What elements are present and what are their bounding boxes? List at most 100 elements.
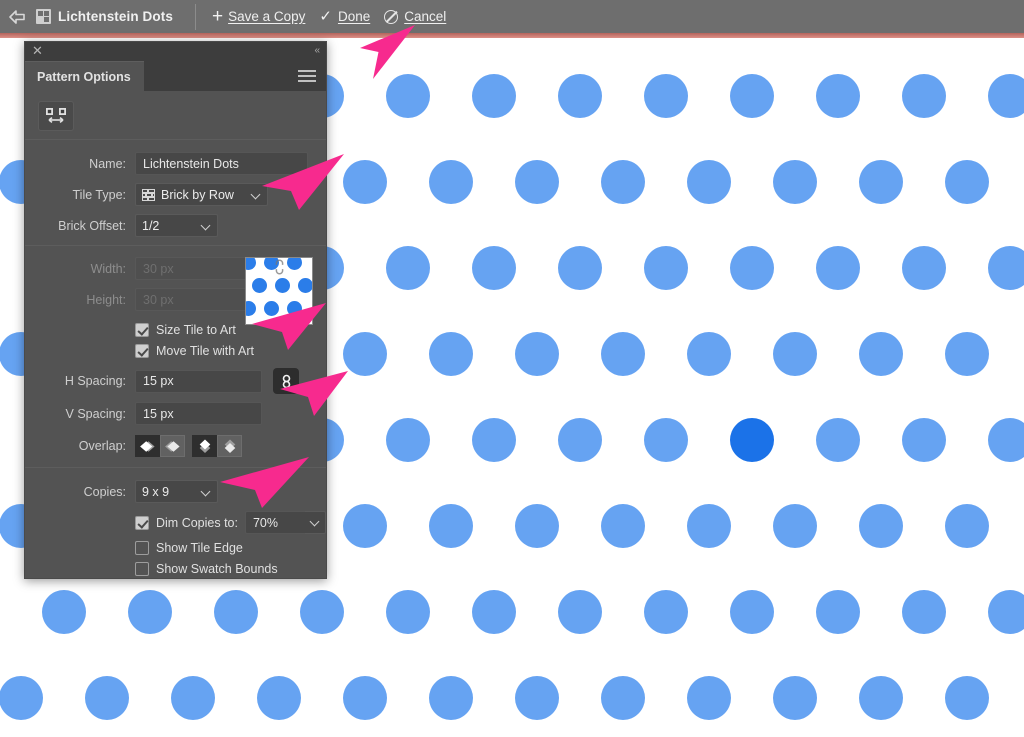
illustrator-pattern-editing-screen: Lichtenstein Dots + Save a Copy ✓ Done C… — [0, 0, 1024, 737]
back-arrow-icon[interactable] — [0, 0, 34, 33]
overlap-label: Overlap: — [25, 439, 135, 453]
panel-divider-1 — [25, 139, 326, 140]
pattern-dot-copy — [816, 590, 860, 634]
brick-offset-select[interactable]: 1/2 — [135, 214, 218, 237]
tile-type-select[interactable]: Brick by Row — [135, 183, 268, 206]
v-spacing-input[interactable]: 15 px — [135, 402, 262, 425]
size-tile-to-art-label: Size Tile to Art — [156, 323, 236, 337]
dim-copies-dropdown-button[interactable] — [305, 511, 326, 534]
overlap-top-in-front-icon — [198, 438, 212, 455]
name-row: Name: Lichtenstein Dots — [25, 152, 326, 175]
collapse-panel-icon[interactable]: « — [314, 45, 319, 57]
cancel-button[interactable]: Cancel — [384, 9, 446, 24]
overlap-bottom-in-front-button[interactable] — [217, 435, 242, 457]
pattern-dot-copy — [472, 246, 516, 290]
pattern-dot-copy — [558, 246, 602, 290]
pattern-dot-copy — [945, 504, 989, 548]
pattern-dot-copy — [515, 160, 559, 204]
toolbar-actions: + Save a Copy ✓ Done Cancel — [212, 7, 446, 26]
pattern-dot-copy — [472, 418, 516, 462]
copies-select[interactable]: 9 x 9 — [135, 480, 218, 503]
pattern-dot-copy — [429, 504, 473, 548]
hamburger-menu-icon[interactable] — [298, 61, 318, 91]
overlap-button-group — [135, 435, 242, 457]
pattern-dot-copy — [902, 74, 946, 118]
brick-offset-row: Brick Offset: 1/2 — [25, 214, 326, 237]
chevron-down-icon — [202, 221, 211, 230]
toolbar-accent-line — [0, 33, 1024, 38]
pattern-dot-copy — [386, 246, 430, 290]
pattern-dot-copy — [558, 418, 602, 462]
pattern-dot-copy — [902, 246, 946, 290]
spacing-link-button[interactable] — [273, 368, 299, 394]
panel-tab-row: Pattern Options — [25, 61, 326, 91]
copies-value: 9 x 9 — [142, 485, 169, 499]
pattern-dot-copy — [472, 74, 516, 118]
show-tile-edge-checkbox[interactable]: Show Tile Edge — [25, 541, 326, 555]
pattern-dot-copy — [988, 246, 1024, 290]
pattern-dot-copy — [773, 332, 817, 376]
pattern-dot-copy — [816, 418, 860, 462]
pattern-dot-copy — [644, 590, 688, 634]
preview-dot — [287, 257, 302, 270]
pattern-dot-copy — [558, 74, 602, 118]
pattern-dot-copy — [601, 504, 645, 548]
checkbox-icon — [135, 323, 149, 337]
pattern-dot-copy — [429, 676, 473, 720]
pattern-tile-tool-icon — [45, 107, 67, 125]
dim-copies-checkbox[interactable] — [135, 516, 149, 530]
h-spacing-input[interactable]: 15 px — [135, 370, 262, 393]
close-icon[interactable]: ✕ — [32, 44, 43, 58]
show-swatch-bounds-checkbox[interactable]: Show Swatch Bounds — [25, 562, 326, 576]
done-button[interactable]: ✓ Done — [319, 9, 370, 24]
pattern-dot-copy — [343, 332, 387, 376]
pattern-dot-copy — [859, 332, 903, 376]
pattern-dot-copy — [558, 590, 602, 634]
move-tile-with-art-checkbox[interactable]: Move Tile with Art — [25, 344, 326, 358]
done-label: Done — [338, 9, 370, 24]
pattern-dot-copy — [386, 590, 430, 634]
pattern-tile-tool-button[interactable] — [38, 101, 74, 131]
brick-offset-label: Brick Offset: — [25, 219, 135, 233]
h-spacing-label: H Spacing: — [25, 374, 135, 388]
pattern-dot-copy — [902, 590, 946, 634]
pattern-dot-copy — [773, 160, 817, 204]
pattern-dot-copy — [42, 590, 86, 634]
pattern-options-panel: ✕ « Pattern Options — [24, 41, 327, 579]
broken-chain-icon — [273, 258, 286, 279]
pattern-dot-copy — [644, 418, 688, 462]
pattern-dot-copy — [945, 332, 989, 376]
pattern-edit-toolbar: Lichtenstein Dots + Save a Copy ✓ Done C… — [0, 0, 1024, 33]
panel-divider-2 — [25, 245, 326, 246]
overlap-right-in-front-button[interactable] — [160, 435, 185, 457]
cancel-label: Cancel — [404, 9, 446, 24]
overlap-top-in-front-button[interactable] — [192, 435, 217, 457]
chevron-down-icon — [252, 190, 261, 199]
h-spacing-row: H Spacing: 15 px — [25, 368, 326, 394]
name-input[interactable]: Lichtenstein Dots — [135, 152, 308, 175]
pattern-dot-copy — [773, 676, 817, 720]
panel-divider-3 — [25, 467, 326, 468]
pattern-dot-copy — [515, 676, 559, 720]
pattern-dot-copy — [945, 160, 989, 204]
save-a-copy-button[interactable]: + Save a Copy — [212, 7, 305, 26]
tab-pattern-options[interactable]: Pattern Options — [25, 61, 144, 91]
pattern-dot-copy — [687, 676, 731, 720]
width-row: Width: 30 px — [25, 257, 326, 280]
pattern-dot-copy — [429, 160, 473, 204]
pattern-dot-copy — [988, 74, 1024, 118]
pattern-dot-copy — [644, 74, 688, 118]
pattern-dot-copy — [601, 160, 645, 204]
move-tile-with-art-label: Move Tile with Art — [156, 344, 254, 358]
overlap-left-in-front-icon — [139, 440, 156, 453]
pattern-dot-copy — [386, 418, 430, 462]
pattern-dot-copy — [859, 160, 903, 204]
pattern-dot-copy — [773, 504, 817, 548]
overlap-row: Overlap: — [25, 435, 326, 457]
pattern-name-label: Lichtenstein Dots — [58, 9, 173, 24]
dim-copies-input[interactable]: 70% — [245, 511, 305, 534]
size-tile-to-art-checkbox[interactable]: Size Tile to Art — [25, 323, 326, 337]
overlap-left-in-front-button[interactable] — [135, 435, 160, 457]
pattern-dot-copy — [601, 332, 645, 376]
pattern-name-display: Lichtenstein Dots — [34, 9, 173, 24]
